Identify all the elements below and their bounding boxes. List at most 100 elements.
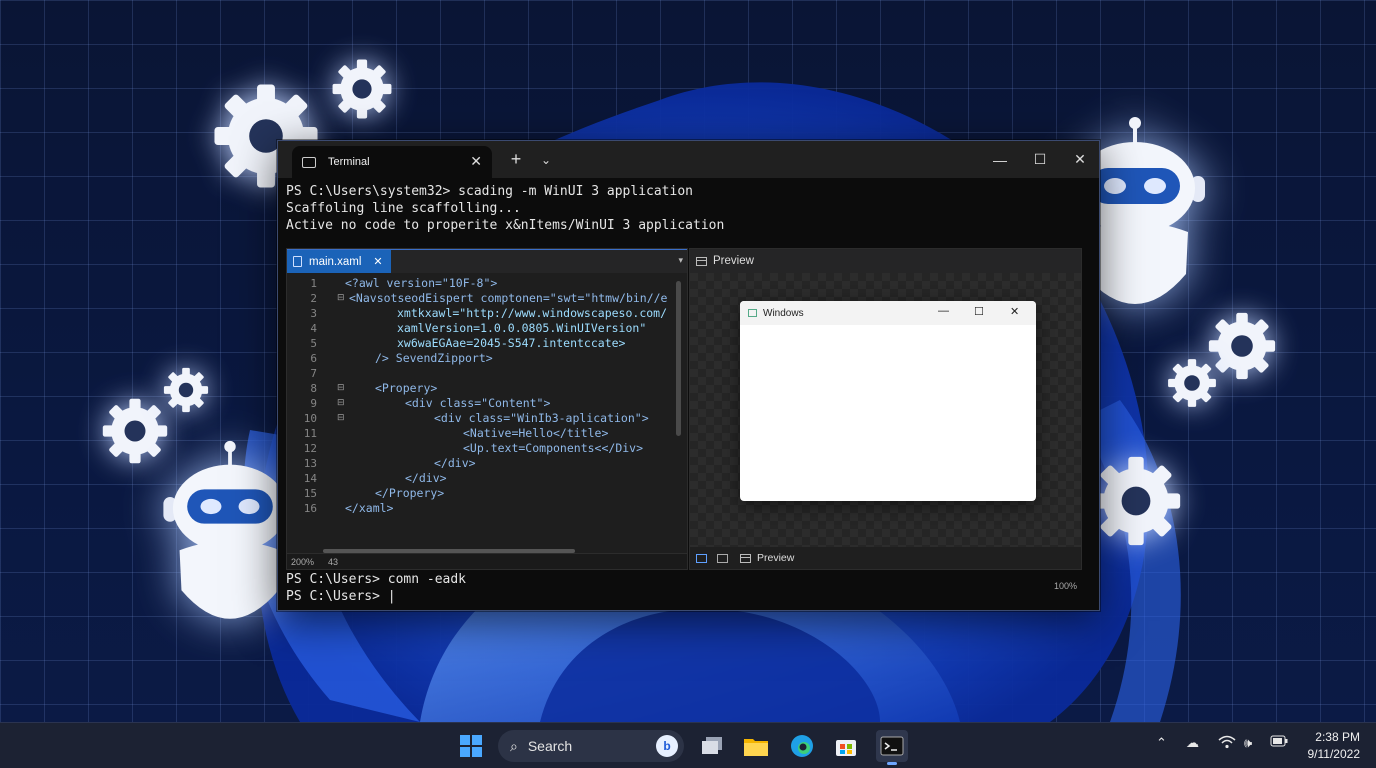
- line-number: 5: [310, 337, 317, 350]
- title-bar[interactable]: Terminal ✕ + ⌄ — ☐ ✕: [278, 141, 1099, 178]
- task-view-icon[interactable]: [696, 730, 728, 762]
- fold-icon[interactable]: ⊟: [337, 382, 345, 393]
- code-line: </div>: [434, 456, 476, 470]
- terminal-icon: [302, 156, 316, 168]
- preview-zoom-level[interactable]: 100%: [1054, 581, 1077, 591]
- code-line: xw6waEGAae=2045-S547.intentccate>: [397, 336, 626, 350]
- editor-status-bar: 200% 43: [287, 553, 687, 569]
- clock[interactable]: 2:38 PM 9/11/2022: [1308, 729, 1361, 763]
- zoom-level[interactable]: 200%: [291, 557, 314, 567]
- line-number: 8: [310, 382, 317, 395]
- cloud-icon[interactable]: ☁: [1186, 735, 1199, 751]
- code-line: <Native=Hello</title>: [463, 426, 609, 440]
- line-number: 12: [303, 442, 317, 455]
- status-item: 43: [328, 556, 339, 567]
- start-icon[interactable]: [455, 730, 487, 762]
- battery-icon[interactable]: [1270, 735, 1288, 750]
- fold-icon[interactable]: ⊟: [337, 397, 345, 408]
- close-button[interactable]: ✕: [1010, 305, 1019, 318]
- minimize-button[interactable]: —: [938, 305, 949, 317]
- tab-terminal[interactable]: Terminal ✕: [292, 146, 492, 178]
- minimize-button[interactable]: —: [980, 141, 1020, 178]
- line-number: 3: [310, 307, 317, 320]
- gear-icon: [1091, 456, 1181, 546]
- bing-icon[interactable]: b: [656, 735, 678, 757]
- fold-icon[interactable]: ⊟: [337, 292, 345, 303]
- preview-footer: Preview: [690, 547, 1081, 569]
- line-number: 16: [303, 502, 317, 515]
- chevron-up-icon[interactable]: ⌃: [1156, 735, 1167, 751]
- wifi-icon[interactable]: [1218, 735, 1236, 752]
- code-line: /> SevendZipport>: [375, 351, 493, 365]
- preview-window-title-bar[interactable]: Windows — ☐ ✕: [740, 301, 1036, 325]
- tab-label: main.xaml: [309, 255, 362, 268]
- terminal-output-line: PS C:\Users\system32> scading -m WinUI 3…: [286, 184, 693, 199]
- edge-icon[interactable]: [786, 730, 818, 762]
- close-tab-button[interactable]: ✕: [470, 153, 482, 170]
- maximize-button[interactable]: ☐: [974, 305, 984, 318]
- code-line: <div class="Content">: [405, 396, 551, 410]
- preview-header: Preview: [690, 249, 1081, 273]
- code-line: <Up.text=Components<</Div>: [463, 441, 644, 455]
- code-line: <div class="WinIb3-aplication">: [434, 411, 649, 425]
- file-icon: [293, 256, 302, 267]
- design-view-icon[interactable]: [696, 553, 707, 563]
- chevron-down-icon[interactable]: ⌄: [526, 141, 566, 178]
- terminal-window[interactable]: Terminal ✕ + ⌄ — ☐ ✕ PS C:\Users\system3…: [277, 140, 1100, 611]
- line-number: 7: [310, 367, 317, 380]
- line-number: 15: [303, 487, 317, 500]
- code-line: <?awl version="10F-8">: [345, 276, 498, 290]
- search-input[interactable]: ⌕ Search b: [498, 730, 684, 762]
- preview-footer-label[interactable]: Preview: [757, 552, 794, 564]
- clock-date: 9/11/2022: [1307, 747, 1361, 761]
- volume-icon[interactable]: 🕪: [1244, 735, 1252, 751]
- fold-icon[interactable]: ⊟: [337, 412, 345, 423]
- tab-label: Terminal: [328, 156, 370, 168]
- desktop: Terminal ✕ + ⌄ — ☐ ✕ PS C:\Users\system3…: [0, 0, 1376, 722]
- vertical-scrollbar[interactable]: [676, 281, 681, 436]
- terminal-input-line[interactable]: PS C:\Users> |: [286, 589, 396, 604]
- line-number: 14: [303, 472, 317, 485]
- search-icon: ⌕: [510, 737, 518, 754]
- preview-icon[interactable]: [740, 553, 751, 563]
- preview-window-title: Windows: [763, 307, 804, 319]
- store-icon[interactable]: [830, 730, 862, 762]
- preview-pane[interactable]: Preview Windows — ☐ ✕ Preview 100%: [689, 248, 1082, 591]
- chevron-down-icon[interactable]: ▾: [678, 255, 683, 266]
- code-line: xamlVersion=1.0.0.0805.WinUIVersion": [397, 321, 647, 335]
- code-line: <Propery>: [375, 381, 438, 395]
- terminal-output-line: Active no code to properite x&nItems/Win…: [286, 218, 725, 233]
- gear-icon: [163, 367, 209, 413]
- terminal-prompt-line: PS C:\Users> comn -eadk: [286, 572, 467, 587]
- line-number: 10: [303, 412, 317, 425]
- code-line: </xaml>: [345, 501, 394, 515]
- line-number: 6: [310, 352, 317, 365]
- code-line: </div>: [405, 471, 447, 485]
- maximize-button[interactable]: ☐: [1020, 141, 1060, 178]
- taskbar: ⌕ Search b ⌃ ☁ 🕪 2:38 PM 9/11/2022: [0, 722, 1376, 768]
- terminal-output-line: Scaffoling line scaffolling...: [286, 201, 521, 216]
- line-number: 9: [310, 397, 317, 410]
- clock-time: 2:38 PM: [1315, 730, 1360, 744]
- code-line: </Propery>: [375, 486, 445, 500]
- code-line: xmtkxawl="http://www.windowscapeso.com/: [397, 306, 668, 320]
- split-view-icon[interactable]: [717, 553, 728, 563]
- terminal-icon[interactable]: [876, 730, 908, 765]
- preview-title: Preview: [713, 255, 754, 267]
- code-line: <NavsotseodEispert comptonen="swt="htmw/…: [349, 291, 668, 305]
- line-number: 2: [310, 292, 317, 305]
- gear-icon: [1168, 359, 1216, 407]
- tab-main-xaml[interactable]: main.xaml ✕: [287, 250, 391, 273]
- search-placeholder: Search: [527, 738, 573, 754]
- preview-icon: [696, 256, 707, 266]
- preview-window[interactable]: Windows — ☐ ✕: [740, 301, 1036, 501]
- line-number: 4: [310, 322, 317, 335]
- close-button[interactable]: ✕: [1060, 141, 1099, 178]
- close-tab-button[interactable]: ✕: [373, 255, 382, 268]
- editor-tab-bar: main.xaml ✕ ▾: [287, 249, 687, 273]
- line-number: 1: [310, 277, 317, 290]
- code-editor-pane[interactable]: main.xaml ✕ ▾ 1 2 3 4 5 6 7 8 9 10 11 12…: [286, 248, 688, 570]
- file-explorer-icon[interactable]: [740, 730, 772, 762]
- gear-icon: [332, 59, 392, 119]
- app-icon: [748, 309, 757, 317]
